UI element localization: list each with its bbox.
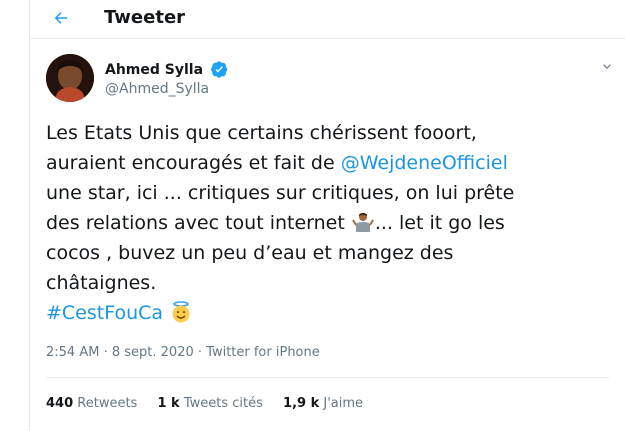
likes-count: 1,9 k <box>283 396 320 411</box>
tweet-stats: 440 Retweets 1 k Tweets cités 1,9 k J'ai… <box>46 396 379 411</box>
page-title: Tweeter <box>104 7 186 28</box>
retweets-count: 440 <box>46 396 74 411</box>
divider <box>46 377 609 378</box>
tweet-line: châtaignes. <box>46 272 157 294</box>
tweet-line: #CestFouCa <box>46 298 606 328</box>
likes-stat[interactable]: 1,9 k J'aime <box>283 396 363 411</box>
smiling-face-with-halo-emoji-icon <box>172 301 190 323</box>
tweet-time[interactable]: 2:54 AM <box>46 345 99 360</box>
verified-badge-icon <box>211 61 228 78</box>
avatar-photo <box>46 54 94 102</box>
quotes-label: Tweets cités <box>183 396 263 411</box>
author-handle[interactable]: @Ahmed_Sylla <box>105 81 228 97</box>
tweet-line: des relations avec tout internet ... let… <box>46 208 606 238</box>
tweet-date[interactable]: 8 sept. 2020 <box>112 345 194 360</box>
back-arrow-icon[interactable] <box>52 9 70 27</box>
tweet-line: auraient encouragés et fait de @WejdeneO… <box>46 148 606 178</box>
tweet-text-segment: auraient encouragés et fait de <box>46 152 341 174</box>
tweet-text-segment: ... let it go les <box>374 212 505 234</box>
meta-separator: · <box>197 345 203 360</box>
retweets-label: Retweets <box>77 396 138 411</box>
tweet-source[interactable]: Twitter for iPhone <box>206 345 320 360</box>
chevron-down-icon[interactable] <box>600 60 614 74</box>
man-shrugging-emoji-icon <box>352 212 374 232</box>
tweet-line: Les Etats Unis que certains chérissent f… <box>46 122 477 144</box>
avatar[interactable] <box>46 54 94 102</box>
author-name[interactable]: Ahmed Sylla <box>105 62 203 78</box>
tweet-text: Les Etats Unis que certains chérissent f… <box>46 118 606 328</box>
quotes-count: 1 k <box>157 396 180 411</box>
retweets-stat[interactable]: 440 Retweets <box>46 396 137 411</box>
tweet-text-segment: des relations avec tout internet <box>46 212 351 234</box>
meta-separator: · <box>103 345 108 360</box>
hashtag-link[interactable]: #CestFouCa <box>46 302 163 324</box>
tweet-meta: 2:54 AM · 8 sept. 2020 · Twitter for iPh… <box>46 345 320 360</box>
tweet-line: une star, ici ... critiques sur critique… <box>46 182 515 204</box>
page-header: Tweeter <box>30 0 625 39</box>
author-info: Ahmed Sylla @Ahmed_Sylla <box>105 59 228 97</box>
likes-label: J'aime <box>323 396 364 411</box>
quote-tweets-stat[interactable]: 1 k Tweets cités <box>157 396 262 411</box>
tweet-detail-panel: Tweeter Ahmed Sylla @Ahmed_Sylla Les Eta… <box>29 0 625 431</box>
mention-link[interactable]: @WejdeneOfficiel <box>341 152 508 174</box>
tweet-line: cocos , buvez un peu d’eau et mangez des <box>46 242 454 264</box>
